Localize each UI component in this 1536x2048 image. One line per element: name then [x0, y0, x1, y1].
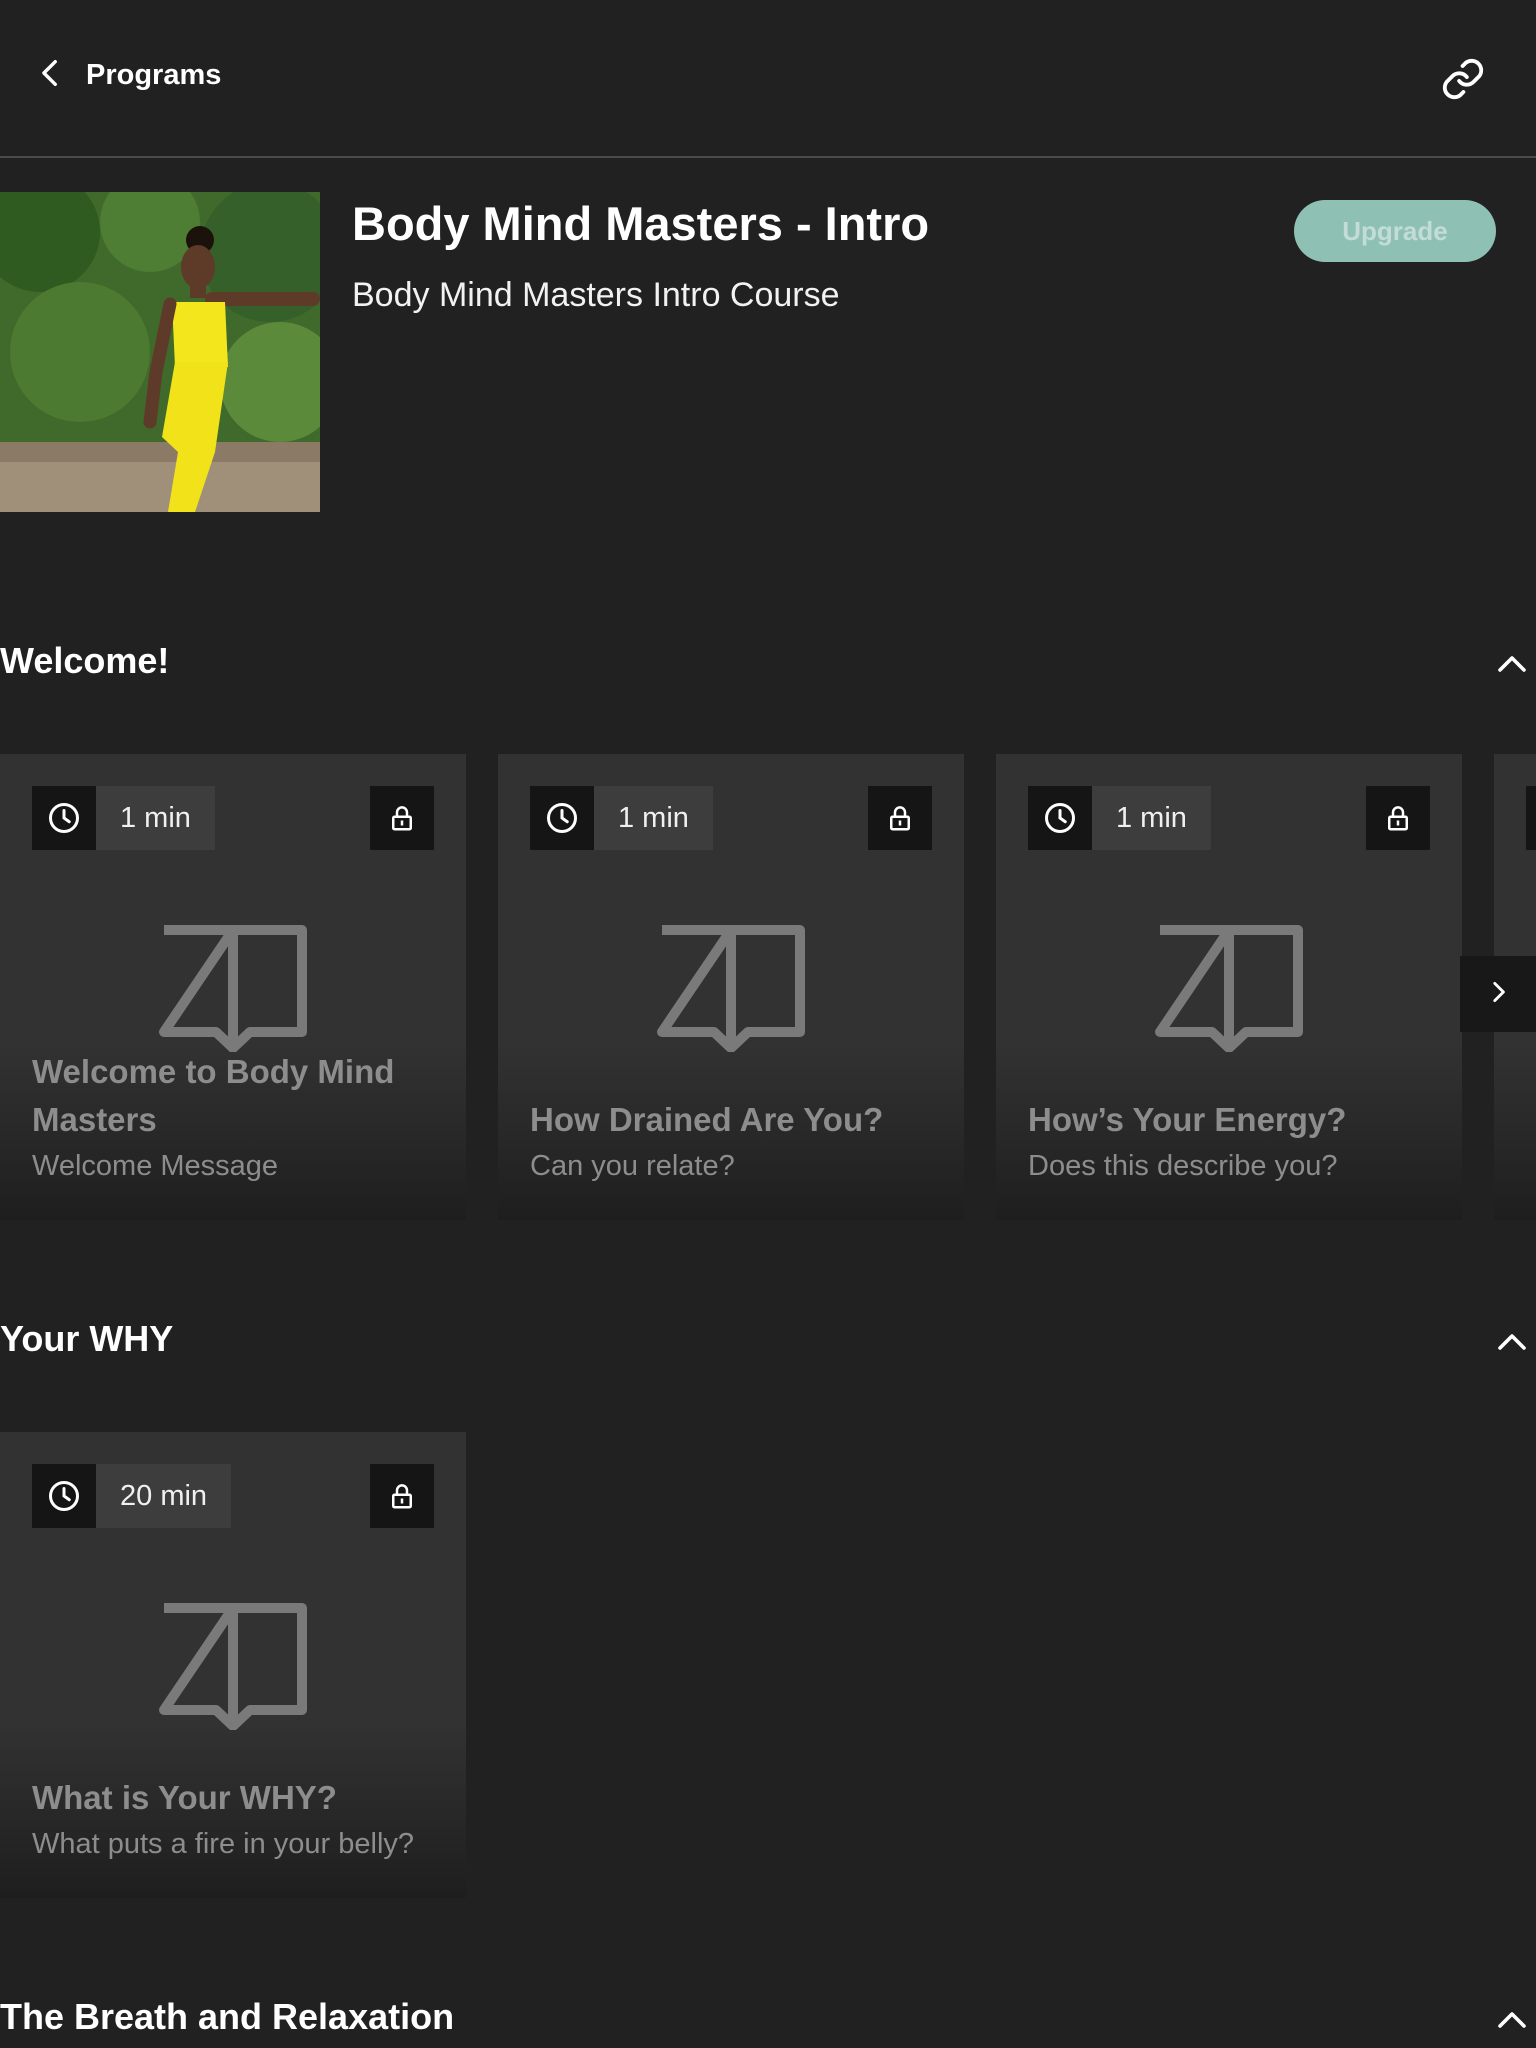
lesson-card[interactable]: 1 min How Drained Are You? Can you relat…: [498, 754, 964, 1220]
lock-icon: [370, 1464, 434, 1528]
book-icon: [657, 925, 805, 1052]
chevron-right-icon: [1485, 979, 1511, 1010]
lesson-subtitle: Welcome Message: [32, 1150, 279, 1182]
lesson-title: How Drained Are You?: [530, 1101, 884, 1138]
back-label: Programs: [86, 59, 222, 91]
clock-icon: [1526, 786, 1536, 850]
lesson-subtitle: What puts a fire in your belly?: [32, 1828, 415, 1860]
chevron-up-icon[interactable]: [1494, 1324, 1530, 1360]
lesson-card[interactable]: 20 min What is Your WHY? What puts a fir…: [0, 1432, 466, 1898]
upgrade-button[interactable]: Upgrade: [1294, 200, 1496, 262]
card-text: How’s Your Energy? Does this describe yo…: [1028, 1096, 1442, 1186]
card-text: How Drained Are You? Can you relate?: [530, 1096, 944, 1186]
clock-icon: [530, 786, 594, 850]
book-icon: [159, 925, 307, 1052]
chevron-left-icon: [34, 56, 68, 95]
duration-badge: 20 min: [32, 1464, 232, 1528]
program-title: Body Mind Masters - Intro: [352, 197, 930, 250]
lesson-title: What is Your WHY?: [32, 1779, 337, 1816]
book-icon: [159, 1603, 307, 1730]
lesson-subtitle: Can you relate?: [530, 1150, 735, 1182]
section-title-your-why: Your WHY: [0, 1318, 174, 1359]
top-bar: Programs: [0, 0, 1536, 158]
lesson-title: How’s Your Energy?: [1028, 1101, 1347, 1138]
section-title-breath-relaxation: The Breath and Relaxation: [0, 1996, 455, 2037]
book-icon: [1155, 925, 1303, 1052]
link-icon: [1440, 58, 1486, 106]
duration-badge: 1 min: [530, 786, 713, 850]
program-thumbnail: [0, 192, 320, 512]
duration-badge: 1 min: [1028, 786, 1211, 850]
clock-icon: [32, 786, 96, 850]
lock-icon: [1366, 786, 1430, 850]
share-link-button[interactable]: [1440, 56, 1486, 102]
lock-icon: [370, 786, 434, 850]
clock-icon: [1028, 786, 1092, 850]
duration-badge: 1 min: [32, 786, 215, 850]
back-button[interactable]: Programs: [34, 56, 221, 95]
lesson-subtitle: Does this describe you?: [1028, 1150, 1338, 1182]
duration-label: 1 min: [96, 786, 215, 850]
chevron-up-icon[interactable]: [1494, 646, 1530, 682]
lock-icon: [868, 786, 932, 850]
card-text: Welcome to Body Mind Masters Welcome Mes…: [32, 1048, 446, 1186]
duration-label: 1 min: [594, 786, 713, 850]
lesson-title: Welcome to Body Mind Masters: [32, 1053, 395, 1138]
carousel-next-button[interactable]: [1460, 956, 1536, 1032]
card-text: What is Your WHY? What puts a fire in yo…: [32, 1774, 446, 1864]
chevron-up-icon[interactable]: [1494, 2002, 1530, 2038]
duration-label: 20 min: [96, 1464, 232, 1528]
program-header: Body Mind Masters - Intro Body Mind Mast…: [0, 192, 1536, 512]
lesson-card[interactable]: 1 min Welcome to Body Mind Masters Welco…: [0, 754, 466, 1220]
duration-label: 1 min: [1092, 786, 1211, 850]
section-title-welcome: Welcome!: [0, 640, 170, 681]
lesson-card[interactable]: 1 min How’s Your Energy? Does this descr…: [996, 754, 1462, 1220]
clock-icon: [32, 1464, 96, 1528]
program-subtitle: Body Mind Masters Intro Course: [352, 276, 840, 314]
